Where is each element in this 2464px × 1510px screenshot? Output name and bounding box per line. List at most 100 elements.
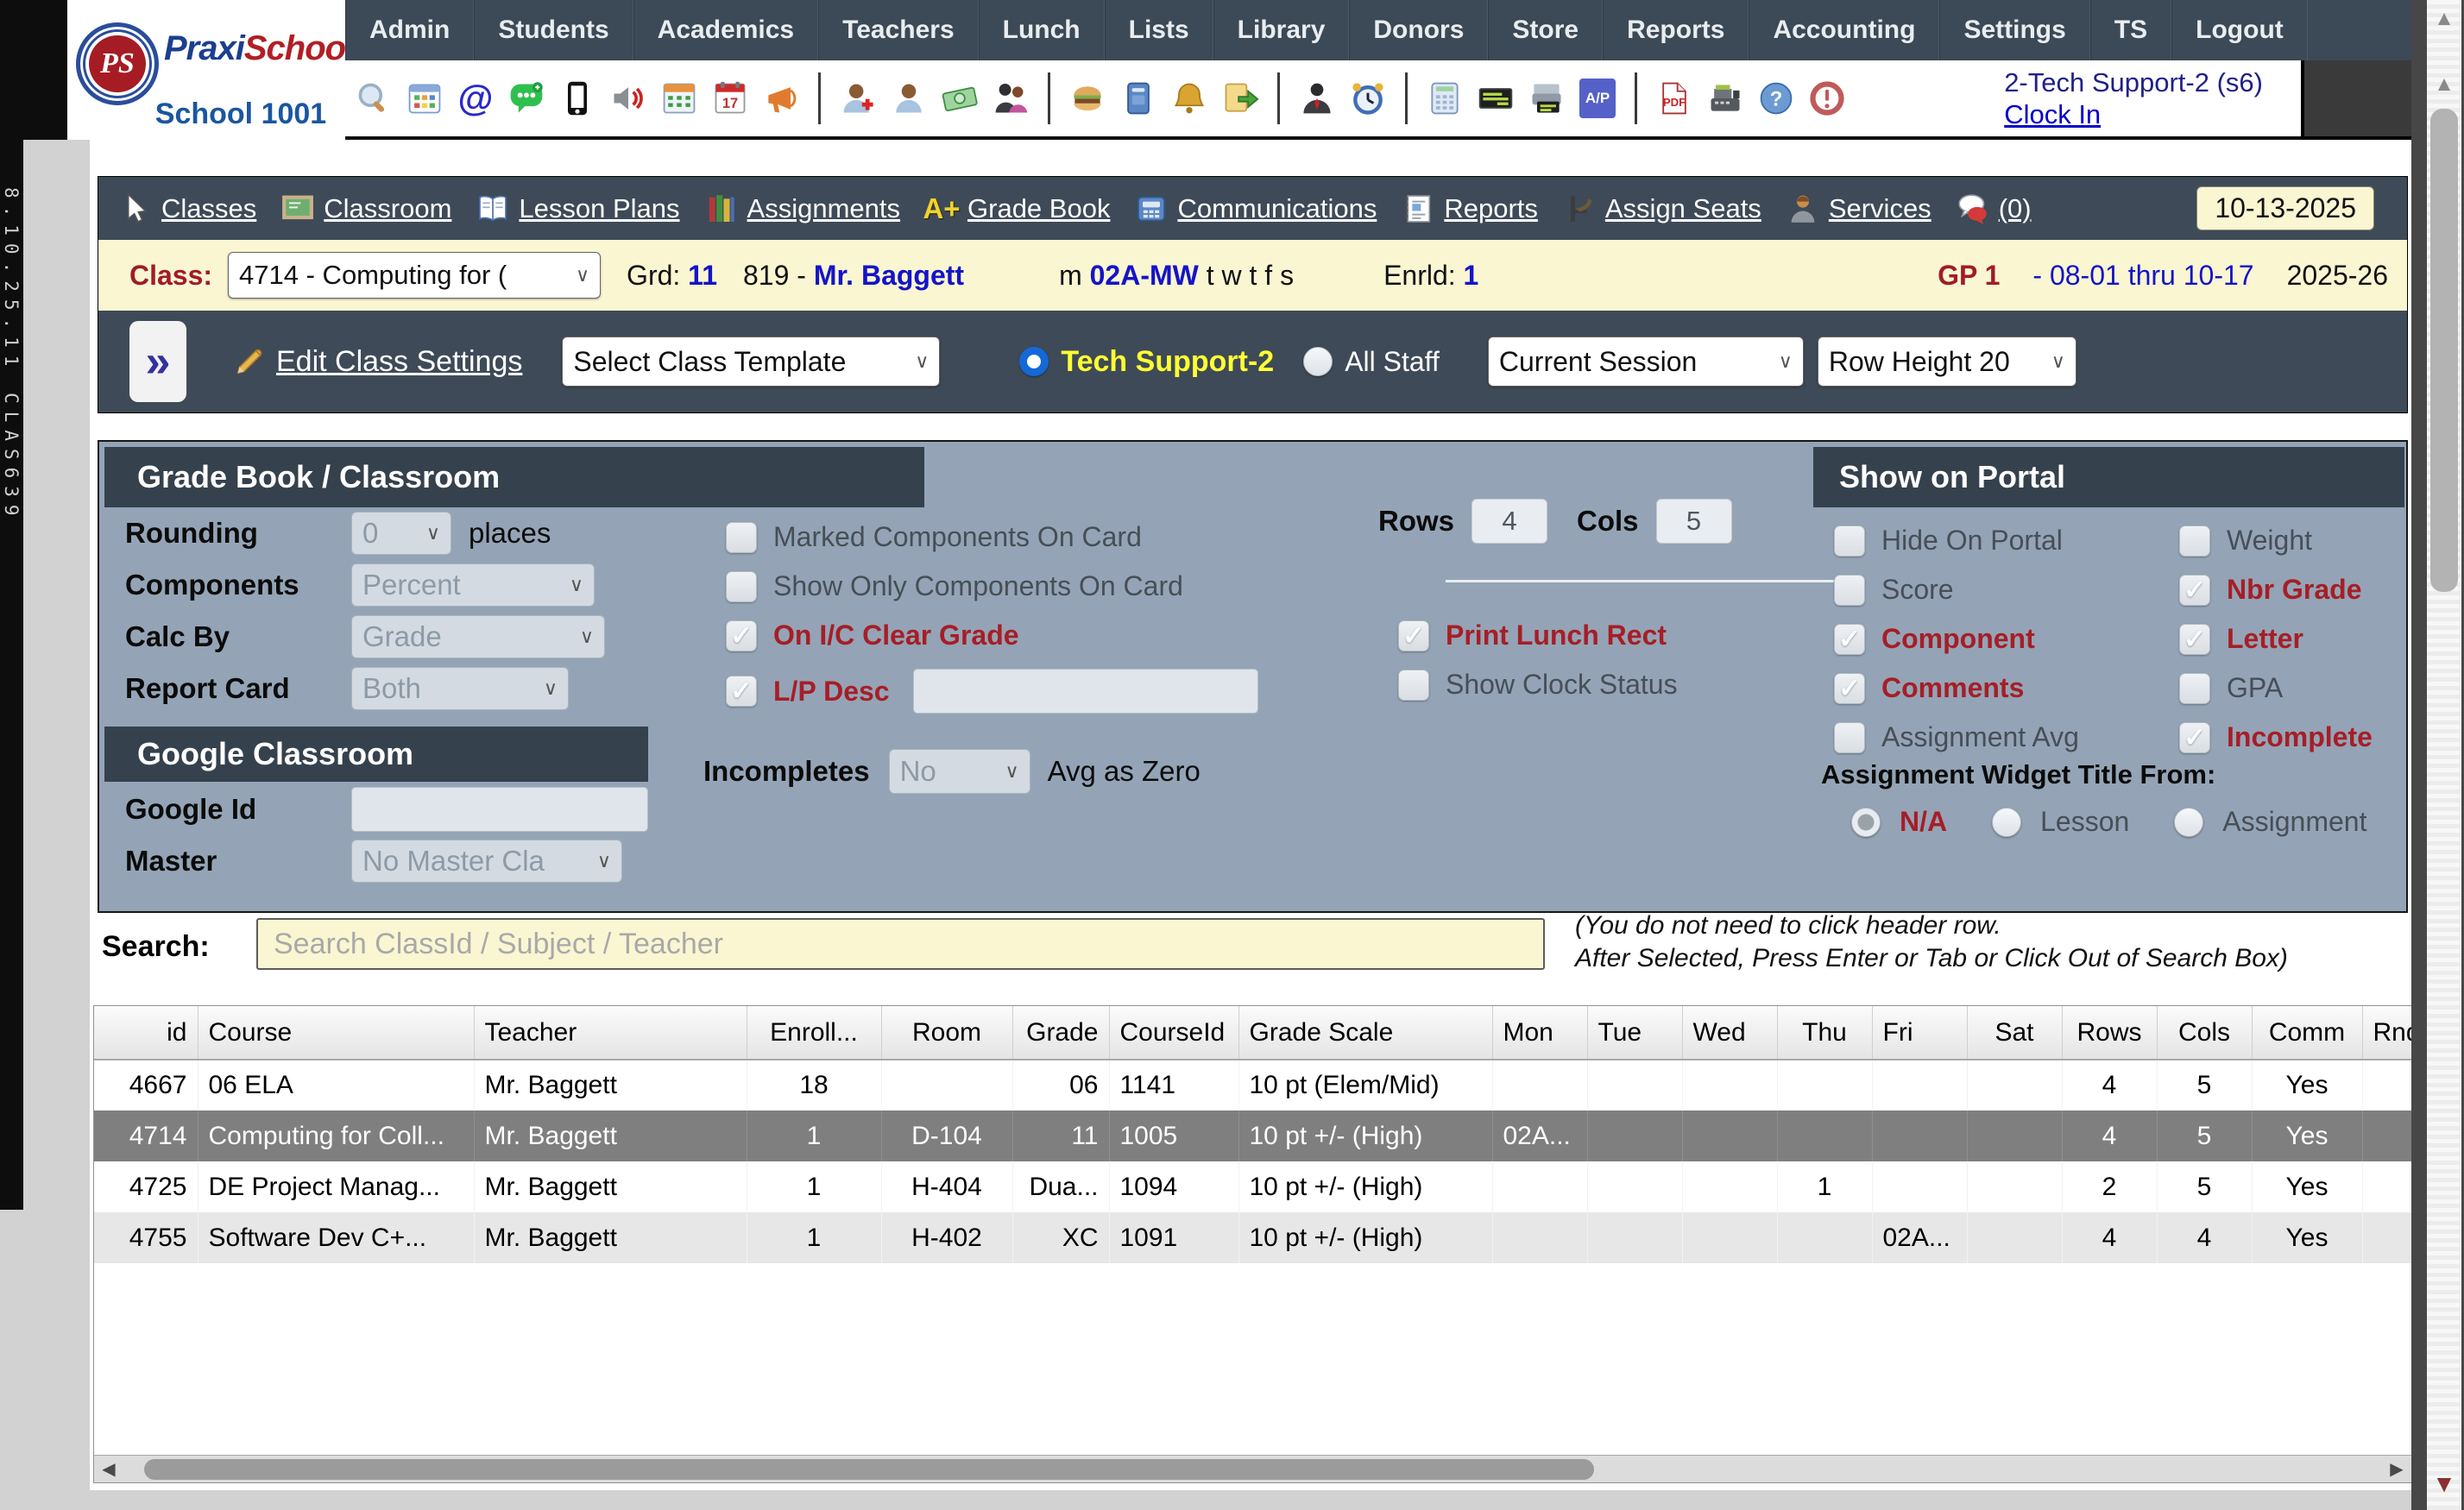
top-nav-accounting[interactable]: Accounting [1749,0,1939,60]
column-header-mon[interactable]: Mon [1492,1006,1587,1060]
top-nav-reports[interactable]: Reports [1603,0,1749,60]
staff-person-icon[interactable] [1297,79,1337,118]
expand-button[interactable]: » [129,321,186,402]
scroll-down-icon[interactable]: ▼ [2427,1470,2461,1498]
search-input[interactable] [256,918,1545,970]
marked-components-on-card-checkbox[interactable] [726,522,757,553]
cell-room[interactable] [881,1060,1012,1110]
cell-enroll[interactable]: 1 [747,1110,881,1161]
column-header-rnd[interactable]: Rnd [2362,1006,2412,1060]
cell-courseid[interactable]: 1091 [1109,1212,1238,1263]
sub-nav-lesson-plans[interactable]: Lesson Plans [475,191,679,227]
column-header-wed[interactable]: Wed [1682,1006,1777,1060]
sub-nav-grade-book[interactable]: A+Grade Book [923,191,1110,227]
cell-course[interactable]: 06 ELA [198,1060,474,1110]
cell-sat[interactable] [1967,1060,2062,1110]
cell-course[interactable]: Computing for Coll... [198,1110,474,1161]
column-header-comm[interactable]: Comm [2252,1006,2362,1060]
column-header-courseid[interactable]: CourseId [1109,1006,1238,1060]
assignment-avg-checkbox[interactable] [1834,722,1865,753]
cell-course[interactable]: DE Project Manag... [198,1161,474,1212]
edit-class-settings-link[interactable]: Edit Class Settings [231,343,522,380]
nurse-icon[interactable] [838,79,878,118]
calendar-schedule-icon[interactable] [659,79,699,118]
check-printer-icon[interactable] [1527,79,1566,118]
cell-courseid[interactable]: 1005 [1109,1110,1238,1161]
horizontal-scrollbar[interactable]: ◀ ▶ [94,1455,2411,1482]
assignment-radio[interactable] [2174,808,2203,837]
cell-thu[interactable] [1777,1110,1872,1161]
on-i-c-clear-grade-checkbox[interactable] [726,620,757,651]
cell-wed[interactable] [1682,1161,1777,1212]
class-template-select[interactable]: Select Class Template∨ [562,337,940,387]
scroll-left-icon[interactable]: ◀ [94,1458,123,1480]
column-header-teacher[interactable]: Teacher [474,1006,747,1060]
pdf-report-icon[interactable]: PDF [1654,79,1694,118]
cell-fri[interactable]: 02A... [1872,1212,1967,1263]
vertical-scroll-thumb[interactable] [2430,109,2458,592]
export-data-icon[interactable] [1220,79,1260,118]
cash-register-icon[interactable] [1705,79,1745,118]
scroll-up-icon[interactable]: ▲ [2427,72,2461,97]
cell-sat[interactable] [1967,1110,2062,1161]
comments-checkbox[interactable] [1834,673,1865,704]
components-select[interactable]: Percent∨ [351,563,595,607]
accounts-payable-icon[interactable]: A/P [1578,79,1617,118]
cell-rows[interactable]: 4 [2062,1110,2157,1161]
cell-id[interactable]: 4667 [94,1060,198,1110]
cell-wed[interactable] [1682,1110,1777,1161]
column-header-room[interactable]: Room [881,1006,1012,1060]
row-height-select[interactable]: Row Height 20∨ [1818,337,2076,387]
cols-input[interactable]: 5 [1656,499,1732,544]
hide-on-portal-checkbox[interactable] [1834,525,1865,557]
mobile-phone-icon[interactable] [558,79,597,118]
cell-tue[interactable] [1587,1110,1682,1161]
component-checkbox[interactable] [1834,624,1865,655]
column-header-tue[interactable]: Tue [1587,1006,1682,1060]
cell-cols[interactable]: 5 [2157,1161,2252,1212]
cell-rnd[interactable] [2362,1060,2412,1110]
top-nav-library[interactable]: Library [1213,0,1350,60]
column-header-fri[interactable]: Fri [1872,1006,1967,1060]
cell-mon[interactable] [1492,1161,1587,1212]
vertical-scrollbar[interactable]: ▲ ▲ ▼ [2411,0,2464,1510]
cell-rnd[interactable] [2362,1110,2412,1161]
rows-input[interactable]: 4 [1471,499,1547,544]
cell-enroll[interactable]: 1 [747,1161,881,1212]
cell-course[interactable]: Software Dev C+... [198,1212,474,1263]
column-header-gradescale[interactable]: Grade Scale [1238,1006,1492,1060]
money-icon[interactable] [940,79,980,118]
cell-enroll[interactable]: 18 [747,1060,881,1110]
bell-icon[interactable] [1169,79,1209,118]
top-nav-store[interactable]: Store [1488,0,1603,60]
top-nav-admin[interactable]: Admin [345,0,474,60]
sub-nav-0[interactable]: (0) [1955,191,2032,227]
cell-grade[interactable]: Dua... [1012,1161,1109,1212]
gpa-checkbox[interactable] [2179,673,2210,704]
cell-grade[interactable]: 11 [1012,1110,1109,1161]
rounding-select[interactable]: 0∨ [351,512,451,555]
cell-wed[interactable] [1682,1060,1777,1110]
cell-teacher[interactable]: Mr. Baggett [474,1110,747,1161]
table-row-4667[interactable]: 466706 ELAMr. Baggett1806114110 pt (Elem… [94,1060,2412,1110]
cell-thu[interactable]: 1 [1777,1161,1872,1212]
time-clock-icon[interactable] [1348,79,1388,118]
show-clock-status-checkbox[interactable] [1398,670,1429,701]
cell-courseid[interactable]: 1094 [1109,1161,1238,1212]
class-select[interactable]: 4714 - Computing for (∨ [228,252,601,299]
top-nav-donors[interactable]: Donors [1349,0,1488,60]
cell-fri[interactable] [1872,1060,1967,1110]
table-row-4725[interactable]: 4725DE Project Manag...Mr. Baggett1H-404… [94,1161,2412,1212]
sub-nav-communications[interactable]: Communications [1133,191,1377,227]
cell-teacher[interactable]: Mr. Baggett [474,1161,747,1212]
cell-cols[interactable]: 5 [2157,1060,2252,1110]
cell-rows[interactable]: 4 [2062,1212,2157,1263]
letter-checkbox[interactable] [2179,624,2210,655]
cell-thu[interactable] [1777,1060,1872,1110]
column-header-grade[interactable]: Grade [1012,1006,1109,1060]
print-lunch-rect-checkbox[interactable] [1398,620,1429,651]
cell-room[interactable]: H-402 [881,1212,1012,1263]
cell-teacher[interactable]: Mr. Baggett [474,1212,747,1263]
cell-thu[interactable] [1777,1212,1872,1263]
top-nav-ts[interactable]: TS [2090,0,2171,60]
